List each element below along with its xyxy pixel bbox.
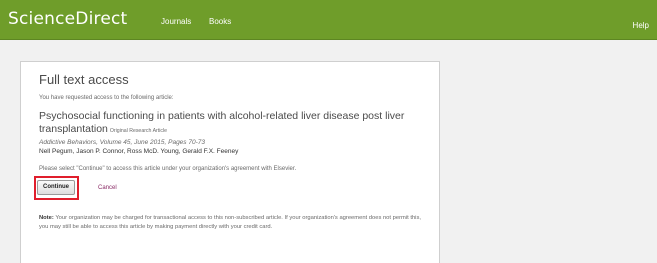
note-label: Note:	[39, 215, 54, 221]
full-text-access-panel: Full text access You have requested acce…	[20, 61, 440, 263]
page-title: Full text access	[39, 72, 129, 87]
article-title-block: Psychosocial functioning in patients wit…	[39, 110, 419, 138]
authors: Nell Pegum, Jason P. Connor, Ross McD. Y…	[39, 148, 239, 155]
brand-logo[interactable]: ScienceDirect	[8, 9, 127, 29]
intro-text: You have requested access to the followi…	[39, 95, 174, 101]
note-text: Note: Your organization may be charged f…	[39, 214, 431, 232]
nav-journals[interactable]: Journals	[161, 17, 191, 26]
cancel-link[interactable]: Cancel	[98, 185, 117, 191]
article-title: Psychosocial functioning in patients wit…	[39, 110, 405, 135]
top-bar: ScienceDirect Journals Books Help	[0, 0, 657, 40]
help-link[interactable]: Help	[633, 21, 649, 30]
continue-button[interactable]: Continue	[37, 180, 75, 195]
journal-reference: Addictive Behaviors, Volume 45, June 201…	[39, 139, 205, 146]
article-type: Original Research Article	[109, 128, 167, 134]
note-body: Your organization may be charged for tra…	[39, 215, 421, 230]
nav-books[interactable]: Books	[209, 17, 231, 26]
instruction-text: Please select "Continue" to access this …	[39, 166, 297, 172]
